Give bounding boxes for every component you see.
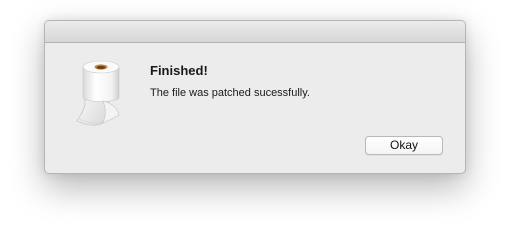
dialog-title: Finished! bbox=[150, 63, 208, 78]
dialog-message: The file was patched sucessfully. bbox=[150, 87, 310, 99]
toilet-paper-roll-icon bbox=[76, 60, 120, 126]
alert-dialog: Finished! The file was patched sucessful… bbox=[44, 20, 466, 174]
okay-button[interactable]: Okay bbox=[365, 136, 443, 155]
dialog-titlebar[interactable] bbox=[45, 21, 465, 43]
screen-background: Finished! The file was patched sucessful… bbox=[0, 0, 507, 242]
dialog-content: Finished! The file was patched sucessful… bbox=[45, 43, 465, 173]
